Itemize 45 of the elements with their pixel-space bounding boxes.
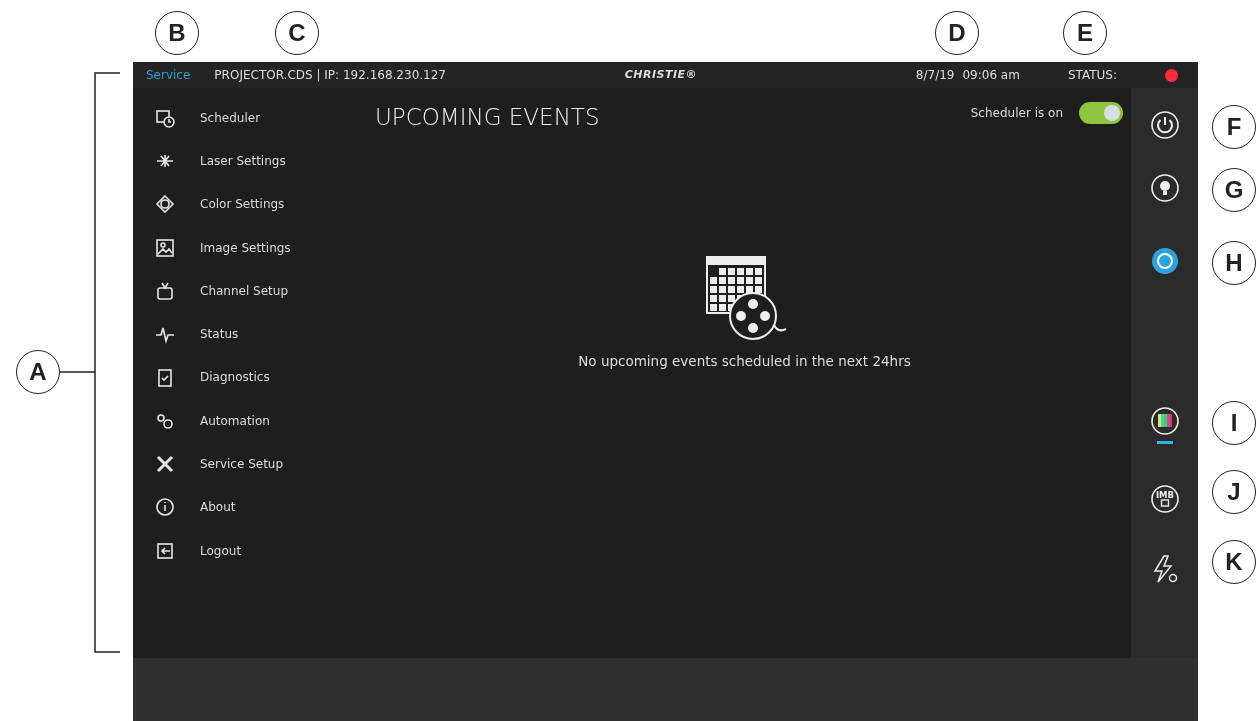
power-button[interactable] — [1149, 110, 1180, 140]
sidebar-item[interactable]: Diagnostics — [133, 355, 358, 400]
page-title: UPCOMING EVENTS — [375, 103, 601, 132]
sidebar-item[interactable]: Channel Setup — [133, 269, 358, 313]
time-text: 09:06 am — [962, 67, 1020, 84]
logo: CHRISTIE® — [624, 66, 698, 83]
sidebar-item[interactable]: Logout — [133, 528, 358, 573]
device-address: PROJECTOR.CDS | IP: 192.168.230.127 — [214, 67, 446, 84]
info-icon — [155, 497, 175, 518]
sidebar-item[interactable]: Scheduler — [133, 96, 358, 140]
toggle-label: Scheduler is on — [970, 105, 1063, 122]
callout-label: J — [1212, 470, 1256, 514]
logout-icon — [155, 540, 175, 561]
calendar-icon — [155, 107, 175, 128]
callout-label: E — [1063, 11, 1107, 55]
clipboard-icon — [155, 367, 175, 388]
callout-label: H — [1212, 241, 1256, 285]
callout-label: A — [16, 350, 60, 394]
sidebar-item[interactable]: Status — [133, 312, 358, 356]
tools-icon — [155, 454, 175, 474]
empty-message: No upcoming events scheduled in the next 24hrs — [578, 351, 911, 371]
status-label: STATUS: — [1067, 67, 1117, 84]
sidebar-item[interactable]: About — [133, 485, 358, 529]
scheduler-toggle[interactable] — [1079, 102, 1123, 124]
sidebar-item[interactable]: Image Settings — [133, 225, 358, 270]
shutter-button[interactable] — [1149, 246, 1180, 276]
callout-label: C — [275, 11, 319, 55]
tv-icon — [155, 280, 175, 301]
media-block-button[interactable]: IMB — [1149, 484, 1180, 514]
color-wheel-icon — [155, 194, 175, 215]
color-bars-button[interactable] — [1149, 406, 1180, 436]
callout-label: B — [155, 11, 199, 55]
callout-label: D — [935, 11, 979, 55]
sidebar-item[interactable]: Laser Settings — [133, 139, 358, 183]
image-icon — [155, 237, 175, 258]
callout-label: K — [1212, 540, 1256, 584]
mode-label[interactable]: Service — [146, 66, 191, 84]
sidebar-item[interactable]: Service Setup — [133, 442, 358, 486]
callout-label: I — [1212, 401, 1256, 445]
sidebar-item[interactable]: Automation — [133, 399, 358, 443]
callout-label: G — [1212, 168, 1256, 212]
sidebar-item[interactable]: Color Settings — [133, 182, 358, 226]
callout-label: F — [1212, 105, 1256, 149]
date-text: 8/7/19 — [915, 67, 955, 84]
lightbulb-button[interactable] — [1149, 173, 1180, 203]
